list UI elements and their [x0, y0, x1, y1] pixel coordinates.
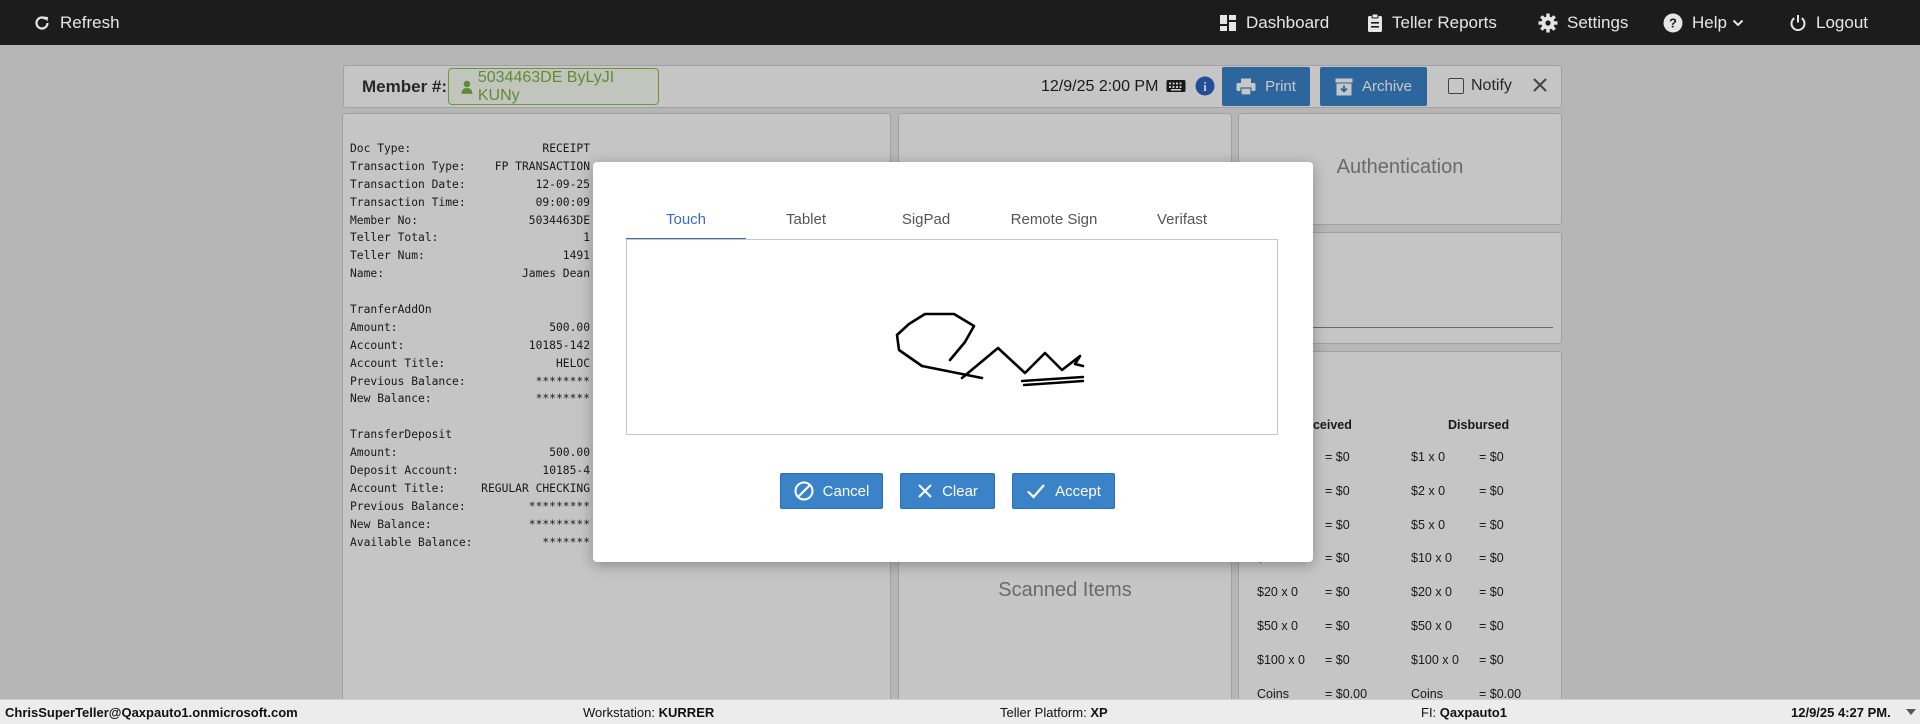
gear-icon: [1538, 13, 1558, 32]
dashboard-icon: [1220, 14, 1236, 31]
logout-link[interactable]: Logout: [1789, 0, 1868, 45]
signature-modal: Touch Tablet SigPad Remote Sign Verifast…: [593, 162, 1313, 562]
tab-verifast[interactable]: Verifast: [1122, 202, 1242, 240]
logout-label: Logout: [1816, 12, 1868, 32]
settings-label: Settings: [1567, 12, 1629, 32]
clear-label: Clear: [942, 482, 978, 500]
cancel-button[interactable]: Cancel: [780, 473, 883, 509]
clipboard-icon: [1368, 13, 1382, 32]
dashboard-link[interactable]: Dashboard: [1219, 0, 1329, 45]
status-fi: FI: Qaxpauto1: [1421, 705, 1507, 720]
clear-button[interactable]: Clear: [900, 473, 995, 509]
refresh-label: Refresh: [60, 12, 120, 32]
accept-button[interactable]: Accept: [1012, 473, 1115, 509]
clear-icon: [918, 484, 932, 498]
dashboard-label: Dashboard: [1246, 12, 1330, 32]
checkmark-icon: [1027, 484, 1045, 499]
power-icon: [1790, 14, 1806, 31]
status-platform: Teller Platform: XP: [1000, 705, 1108, 720]
tab-touch[interactable]: Touch: [626, 202, 746, 240]
settings-link[interactable]: Settings: [1538, 0, 1628, 45]
tab-sigpad[interactable]: SigPad: [866, 202, 986, 240]
caret-down-icon[interactable]: [1906, 709, 1916, 715]
signature-canvas[interactable]: [626, 239, 1278, 435]
tab-tablet[interactable]: Tablet: [746, 202, 866, 240]
help-label: Help: [1692, 12, 1727, 32]
cancel-icon: [794, 481, 814, 501]
status-bar: ChrisSuperTeller@Qaxpauto1.onmicrosoft.c…: [0, 699, 1920, 724]
refresh-icon: [35, 15, 49, 30]
help-menu[interactable]: ? Help: [1663, 0, 1744, 45]
help-icon: ?: [1663, 13, 1683, 32]
tab-remote-sign[interactable]: Remote Sign: [986, 202, 1122, 240]
chevron-down-icon: [1732, 19, 1744, 26]
status-workstation: Workstation: KURRER: [583, 705, 715, 720]
svg-text:?: ?: [1669, 15, 1677, 30]
signature-stroke: [895, 312, 1085, 387]
refresh-button[interactable]: Refresh: [33, 0, 120, 45]
top-nav: Refresh Dashboard Teller Reports Setting…: [0, 0, 1920, 45]
cancel-label: Cancel: [822, 482, 870, 500]
status-user: ChrisSuperTeller@Qaxpauto1.onmicrosoft.c…: [5, 705, 298, 720]
teller-reports-label: Teller Reports: [1392, 12, 1497, 32]
teller-reports-link[interactable]: Teller Reports: [1367, 0, 1497, 45]
status-datetime: 12/9/25 4:27 PM.: [1791, 705, 1891, 720]
accept-label: Accept: [1055, 482, 1101, 500]
